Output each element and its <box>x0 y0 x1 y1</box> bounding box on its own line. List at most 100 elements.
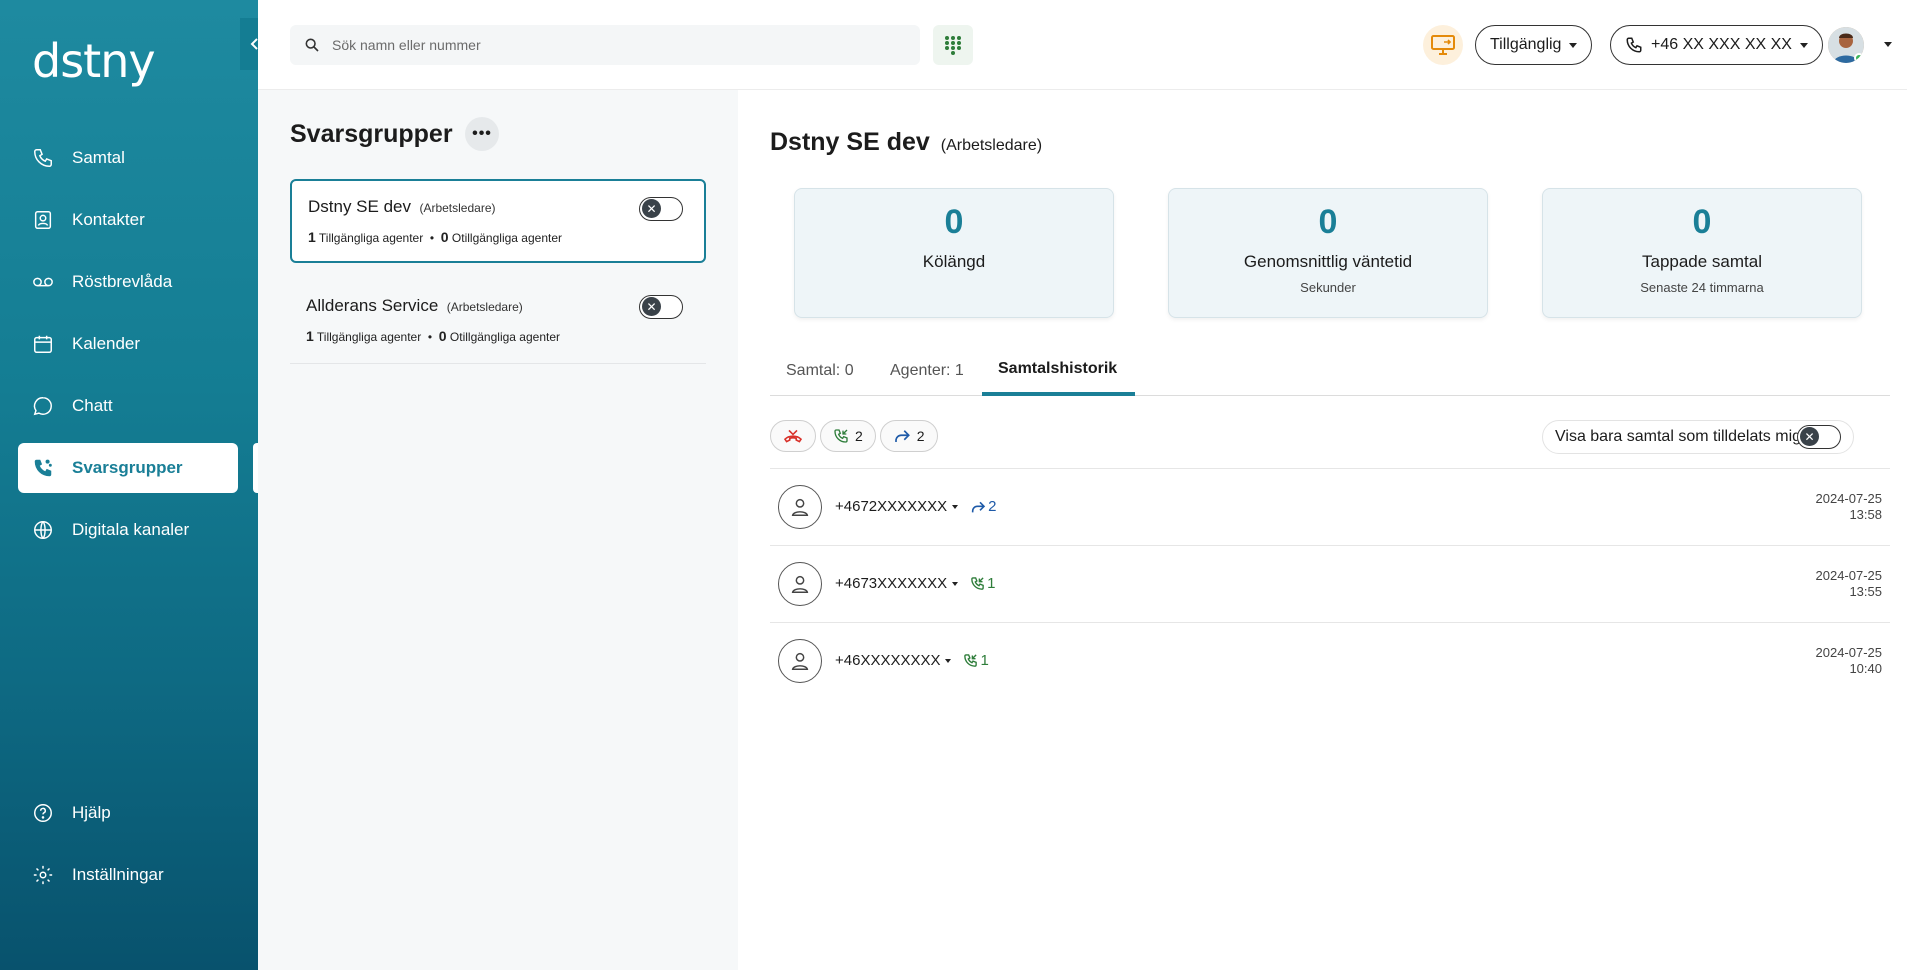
availability-status-dropdown[interactable]: Tillgänglig <box>1475 25 1593 65</box>
sidebar-item-label: Röstbrevlåda <box>72 272 173 291</box>
separator-dot: • <box>424 330 436 344</box>
gear-icon <box>30 862 56 888</box>
stat-label: Tappade samtal <box>1641 252 1763 271</box>
caller-number-text: +4672XXXXXXX <box>835 498 948 515</box>
group-role: (Arbetsledare) <box>446 300 523 314</box>
sidebar-item-label: Digitala kanaler <box>72 520 190 539</box>
available-label: Tillgängliga agenter <box>318 231 424 245</box>
available-count: 1 <box>306 328 314 344</box>
sidebar-bottom-nav: Hjälp Inställningar <box>18 788 238 912</box>
search-icon <box>305 38 319 52</box>
forwarded-call-icon <box>972 501 986 512</box>
call-history-list: +4672XXXXXXX 2 2024-07-25 13:58 +4673XXX… <box>770 468 1890 699</box>
close-icon: ✕ <box>642 199 661 218</box>
group-agent-summary: 1 Tillgängliga agenter • 0 Otillgängliga… <box>308 229 688 245</box>
sidebar-item-installningar[interactable]: Inställningar <box>18 850 238 900</box>
sidebar-item-digitala-kanaler[interactable]: Digitala kanaler <box>18 505 238 555</box>
stat-label: Kölängd <box>922 252 986 271</box>
group-name: Dstny SE dev <box>308 197 411 216</box>
stat-label: Genomsnittlig väntetid <box>1243 252 1413 271</box>
person-icon <box>791 652 809 670</box>
call-history-row[interactable]: +46XXXXXXXX 1 2024-07-25 10:40 <box>770 622 1890 699</box>
unavailable-count: 0 <box>440 229 449 245</box>
tab-agents[interactable]: Agenter: 1 <box>890 362 964 380</box>
more-options-button[interactable]: ••• <box>465 117 499 151</box>
unavailable-count: 0 <box>438 328 447 344</box>
detail-title: Dstny SE dev (Arbetsledare) <box>770 128 1042 157</box>
calendar-icon <box>30 331 56 357</box>
sidebar-item-label: Inställningar <box>72 865 164 884</box>
assigned-only-toggle[interactable]: ✕ <box>1797 425 1842 449</box>
caller-number[interactable]: +4672XXXXXXX 2 <box>835 498 997 515</box>
forwarded-call-icon <box>894 430 910 442</box>
sidebar-item-label: Svarsgrupper <box>72 458 183 477</box>
person-icon <box>791 498 809 516</box>
tab-call-history[interactable]: Samtalshistorik <box>998 360 1117 378</box>
sidebar-item-label: Kontakter <box>72 210 145 229</box>
call-date: 2024-07-25 <box>1815 645 1883 660</box>
group-phone-icon <box>30 455 56 481</box>
caller-number[interactable]: +4673XXXXXXX 1 <box>835 575 996 592</box>
call-time: 10:40 <box>1849 661 1882 676</box>
group-agent-summary: 1 Tillgängliga agenter • 0 Otillgängliga… <box>306 328 690 344</box>
answered-badge: 1 <box>963 652 989 669</box>
call-time: 13:58 <box>1849 507 1882 522</box>
sidebar-item-hjalp[interactable]: Hjälp <box>18 788 238 838</box>
detail-group-name: Dstny SE dev <box>770 128 930 156</box>
group-login-toggle[interactable]: ✕ <box>639 295 683 319</box>
sidebar-nav: Samtal Kontakter Röstbrevlåda Kalender C… <box>18 133 238 567</box>
phone-icon <box>1626 37 1642 53</box>
sidebar-item-label: Chatt <box>72 396 113 415</box>
groups-panel: Svarsgrupper ••• Dstny SE dev (Arbetsled… <box>258 90 738 970</box>
chat-icon <box>30 393 56 419</box>
call-history-row[interactable]: +4672XXXXXXX 2 2024-07-25 13:58 <box>770 468 1890 545</box>
filter-answered-button[interactable]: 2 <box>820 420 876 452</box>
search-input[interactable] <box>332 37 892 53</box>
sidebar-item-rostbrevlada[interactable]: Röstbrevlåda <box>18 257 238 307</box>
separator-dot: • <box>426 231 438 245</box>
user-avatar[interactable] <box>1828 27 1864 63</box>
forwarded-badge: 2 <box>970 498 997 515</box>
group-card-dstny-se-dev[interactable]: Dstny SE dev (Arbetsledare) 1 Tillgängli… <box>290 179 706 263</box>
dialpad-button[interactable] <box>933 25 973 65</box>
close-icon: ✕ <box>642 297 661 316</box>
availability-status-label: Tillgänglig <box>1490 36 1562 53</box>
call-timestamp: 2024-07-25 10:40 <box>1816 645 1883 677</box>
user-menu-caret-icon[interactable] <box>1884 42 1892 47</box>
online-status-dot <box>1854 53 1864 63</box>
screen-share-button[interactable] <box>1423 25 1463 65</box>
stat-sublabel: Sekunder <box>1300 280 1356 295</box>
badge-count: 1 <box>980 652 989 669</box>
person-icon <box>791 575 809 593</box>
tab-calls[interactable]: Samtal: 0 <box>786 362 854 380</box>
call-time: 13:55 <box>1849 584 1882 599</box>
stat-card-average-wait: 0 Genomsnittlig väntetid Sekunder <box>1168 188 1488 318</box>
sidebar-item-label: Samtal <box>72 148 125 167</box>
sidebar-item-chatt[interactable]: Chatt <box>18 381 238 431</box>
sidebar-item-label: Hjälp <box>72 803 111 822</box>
filter-missed-button[interactable] <box>770 420 816 452</box>
sidebar-item-kalender[interactable]: Kalender <box>18 319 238 369</box>
call-history-row[interactable]: +4673XXXXXXX 1 2024-07-25 13:55 <box>770 545 1890 622</box>
group-card-allderans-service[interactable]: Allderans Service (Arbetsledare) 1 Tillg… <box>290 280 706 364</box>
globe-icon <box>30 517 56 543</box>
sidebar-item-kontakter[interactable]: Kontakter <box>18 195 238 245</box>
call-date: 2024-07-25 <box>1815 568 1883 583</box>
group-login-toggle[interactable]: ✕ <box>639 197 683 221</box>
phone-number-dropdown[interactable]: +46 XX XXX XX XX <box>1610 25 1823 65</box>
search-box[interactable] <box>290 25 920 65</box>
group-role: (Arbetsledare) <box>419 201 496 215</box>
sidebar-item-svarsgrupper[interactable]: Svarsgrupper <box>18 443 238 493</box>
sidebar-item-samtal[interactable]: Samtal <box>18 133 238 183</box>
stat-value: 0 <box>1318 203 1338 241</box>
dstny-logo[interactable]: dstny <box>32 34 156 88</box>
caller-avatar <box>778 562 822 606</box>
caller-number[interactable]: +46XXXXXXXX 1 <box>835 652 989 669</box>
dialpad-icon <box>945 36 961 55</box>
unavailable-label: Otillgängliga agenter <box>451 231 562 245</box>
filter-forwarded-button[interactable]: 2 <box>879 420 938 452</box>
active-tab-indicator <box>982 392 1135 396</box>
stat-value: 0 <box>1692 203 1712 241</box>
close-icon: ✕ <box>1800 427 1820 446</box>
monitor-icon <box>1431 35 1455 55</box>
